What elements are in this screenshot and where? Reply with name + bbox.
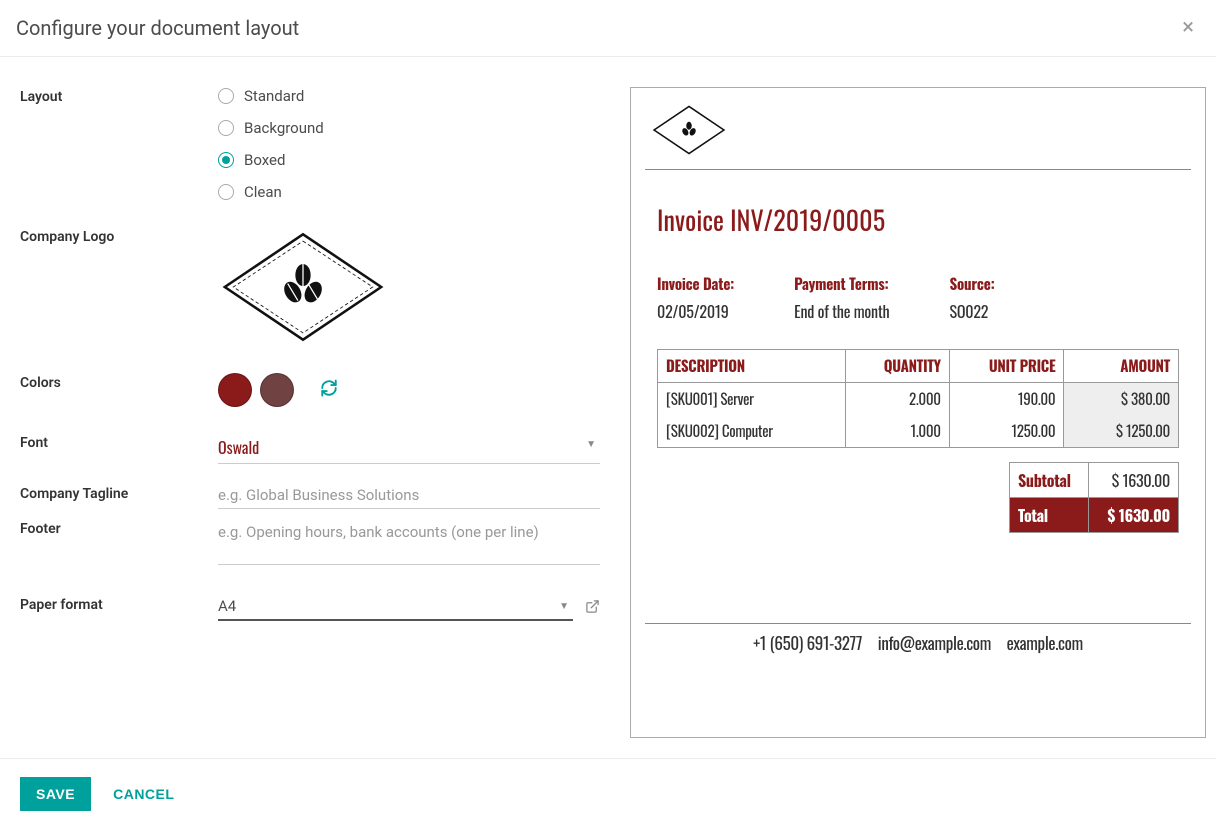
footer-email: info@example.com: [878, 630, 991, 655]
preview-footer: +1 (650) 691-3277 info@example.com examp…: [645, 624, 1191, 655]
totals-table: Subtotal $ 1630.00 Total $ 1630.00: [1009, 462, 1179, 533]
font-select[interactable]: Oswald: [218, 433, 600, 464]
total-label: Total: [1010, 498, 1089, 533]
tagline-input[interactable]: [218, 484, 600, 509]
invoice-table: DESCRIPTION QUANTITY UNIT PRICE AMOUNT […: [657, 349, 1179, 448]
configure-document-layout-modal: Configure your document layout × Layout …: [0, 0, 1216, 829]
cell-unit: 190.00: [949, 383, 1064, 416]
color-swatch-secondary[interactable]: [260, 373, 294, 407]
cell-desc: [SKU001] Server: [658, 383, 846, 416]
radio-label: Clean: [244, 183, 282, 201]
cell-qty: 1.000: [845, 415, 949, 448]
footer-wrap: [218, 519, 600, 569]
logo-row: Company Logo: [20, 227, 600, 347]
footer-label: Footer: [20, 519, 208, 537]
invoice-title: Invoice INV/2019/0005: [657, 200, 1191, 239]
total-value: $ 1630.00: [1088, 498, 1178, 533]
radio-boxed[interactable]: Boxed: [218, 151, 600, 169]
layout-row: Layout Standard Background Boxed: [20, 87, 600, 201]
colors-row: Colors: [20, 373, 600, 407]
subtotal-label: Subtotal: [1010, 463, 1089, 498]
footer-phone: +1 (650) 691-3277: [753, 630, 862, 655]
meta-source: Source: SO022: [949, 273, 994, 323]
total-row: Total $ 1630.00: [1010, 498, 1179, 533]
radio-circle-icon: [218, 88, 234, 104]
paper-wrap: A4 ▼: [218, 595, 600, 621]
table-row: [SKU001] Server 2.000 190.00 $ 380.00: [658, 383, 1179, 416]
meta-value: 02/05/2019: [657, 299, 734, 323]
meta-label: Payment Terms:: [794, 273, 889, 295]
paper-row: Paper format A4 ▼: [20, 595, 600, 621]
radio-circle-icon: [218, 120, 234, 136]
th-quantity: QUANTITY: [845, 350, 949, 383]
subtotal-value: $ 1630.00: [1088, 463, 1178, 498]
meta-label: Source:: [949, 273, 994, 295]
paper-label: Paper format: [20, 595, 208, 613]
paper-format-select[interactable]: A4: [218, 595, 573, 621]
radio-label: Standard: [244, 87, 304, 105]
cancel-button[interactable]: CANCEL: [113, 786, 174, 802]
layout-label: Layout: [20, 87, 208, 105]
logo-label: Company Logo: [20, 227, 208, 245]
th-amount: AMOUNT: [1064, 350, 1179, 383]
save-button[interactable]: SAVE: [20, 777, 91, 811]
invoice-meta: Invoice Date: 02/05/2019 Payment Terms: …: [657, 273, 1191, 323]
modal-title: Configure your document layout: [16, 16, 299, 40]
modal-header: Configure your document layout ×: [0, 0, 1216, 56]
meta-value: SO022: [949, 299, 994, 323]
refresh-colors-icon[interactable]: [320, 379, 338, 402]
radio-label: Background: [244, 119, 324, 137]
cell-amount: $ 380.00: [1064, 383, 1179, 416]
cell-qty: 2.000: [845, 383, 949, 416]
invoice-preview: Invoice INV/2019/0005 Invoice Date: 02/0…: [630, 87, 1206, 738]
footer-row: Footer: [20, 519, 600, 569]
radio-circle-icon: [218, 152, 234, 168]
preview-logo: [651, 102, 1191, 163]
tagline-wrap: [218, 484, 600, 509]
meta-terms: Payment Terms: End of the month: [794, 273, 889, 323]
company-logo[interactable]: [218, 227, 600, 347]
footer-input[interactable]: [218, 519, 600, 565]
radio-standard[interactable]: Standard: [218, 87, 600, 105]
radio-circle-icon: [218, 184, 234, 200]
preview-divider: [645, 169, 1191, 170]
coffee-beans-diamond-icon: [218, 227, 388, 347]
layout-radio-group: Standard Background Boxed Clean: [218, 87, 600, 201]
colors-label: Colors: [20, 373, 208, 391]
font-row: Font Oswald ▼: [20, 433, 600, 464]
tagline-label: Company Tagline: [20, 484, 208, 502]
colors-control: [218, 373, 600, 407]
cell-unit: 1250.00: [949, 415, 1064, 448]
tagline-row: Company Tagline: [20, 484, 600, 509]
meta-date: Invoice Date: 02/05/2019: [657, 273, 734, 323]
modal-body: Layout Standard Background Boxed: [0, 57, 1216, 758]
external-link-icon[interactable]: [585, 599, 600, 618]
th-description: DESCRIPTION: [658, 350, 846, 383]
close-icon[interactable]: ×: [1176, 17, 1200, 39]
color-swatch-primary[interactable]: [218, 373, 252, 407]
modal-footer: SAVE CANCEL: [0, 758, 1216, 829]
form-column: Layout Standard Background Boxed: [20, 87, 600, 738]
th-unit-price: UNIT PRICE: [949, 350, 1064, 383]
meta-value: End of the month: [794, 299, 889, 323]
footer-site: example.com: [1007, 630, 1083, 655]
radio-clean[interactable]: Clean: [218, 183, 600, 201]
coffee-beans-diamond-icon: [651, 102, 727, 158]
preview-column: Invoice INV/2019/0005 Invoice Date: 02/0…: [630, 87, 1206, 738]
radio-background[interactable]: Background: [218, 119, 600, 137]
meta-label: Invoice Date:: [657, 273, 734, 295]
subtotal-row: Subtotal $ 1630.00: [1010, 463, 1179, 498]
cell-amount: $ 1250.00: [1064, 415, 1179, 448]
cell-desc: [SKU002] Computer: [658, 415, 846, 448]
table-row: [SKU002] Computer 1.000 1250.00 $ 1250.0…: [658, 415, 1179, 448]
font-select-wrap: Oswald ▼: [218, 433, 600, 464]
font-label: Font: [20, 433, 208, 451]
radio-label: Boxed: [244, 151, 285, 169]
